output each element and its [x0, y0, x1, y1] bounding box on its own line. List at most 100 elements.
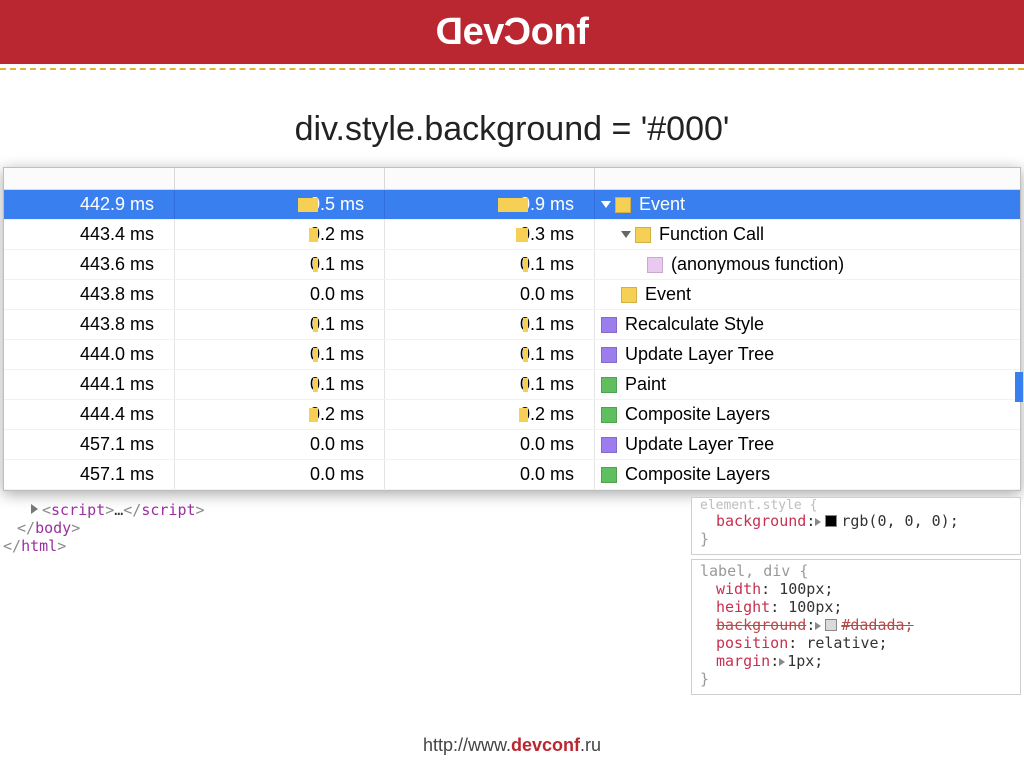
brace-close: }	[700, 530, 1012, 548]
cell-activity: Event	[594, 280, 1020, 309]
cell-self-time: 0.2 ms	[174, 400, 384, 429]
timeline-row[interactable]: 444.4 ms0.2 ms0.2 msComposite Layers	[4, 400, 1020, 430]
style-rule[interactable]: background:rgb(0, 0, 0);	[700, 512, 1012, 530]
footer-url[interactable]: http://www.devconf.ru	[0, 735, 1024, 756]
style-rule[interactable]: height: 100px;	[700, 598, 1012, 616]
styles-panel[interactable]: element.style { background:rgb(0, 0, 0);…	[691, 497, 1021, 555]
category-swatch-icon	[621, 287, 637, 303]
cell-total-time: 0.1 ms	[384, 250, 594, 279]
expand-icon[interactable]	[779, 658, 785, 666]
activity-label: Composite Layers	[625, 464, 770, 485]
self-time-bar	[309, 228, 318, 242]
timeline-row[interactable]: 442.9 ms0.5 ms0.9 msEvent	[4, 190, 1020, 220]
timeline-row[interactable]: 457.1 ms0.0 ms0.0 msComposite Layers	[4, 460, 1020, 490]
cell-activity: (anonymous function)	[594, 250, 1020, 279]
cell-start-time: 444.1 ms	[4, 370, 174, 399]
expand-icon[interactable]	[815, 622, 821, 630]
brand-logo: DevConf	[436, 11, 589, 54]
category-swatch-icon	[601, 437, 617, 453]
timeline-row[interactable]: 444.1 ms0.1 ms0.1 msPaint	[4, 370, 1020, 400]
cell-total-time: 0.0 ms	[384, 430, 594, 459]
cell-total-time: 0.1 ms	[384, 340, 594, 369]
category-swatch-icon	[601, 467, 617, 483]
total-time-bar	[519, 408, 528, 422]
cell-start-time: 444.0 ms	[4, 340, 174, 369]
header-bar: DevConf	[0, 0, 1024, 64]
style-rule-overridden[interactable]: background:#dadada;	[700, 616, 1012, 634]
category-swatch-icon	[615, 197, 631, 213]
element-style-ghost: element.style {	[700, 500, 1012, 512]
elements-dom-snippet[interactable]: <script>…</script> </body> </html>	[3, 497, 691, 695]
slide-title: div.style.background = '#000'	[0, 110, 1024, 149]
self-time-bar	[309, 408, 318, 422]
activity-label: Recalculate Style	[625, 314, 764, 335]
disclosure-triangle-icon[interactable]	[621, 231, 631, 238]
cell-self-time: 0.1 ms	[174, 340, 384, 369]
total-time-bar	[523, 348, 528, 362]
cell-activity: Paint	[594, 370, 1020, 399]
cell-self-time: 0.0 ms	[174, 460, 384, 489]
color-chip-icon[interactable]	[825, 619, 837, 631]
cell-start-time: 457.1 ms	[4, 430, 174, 459]
cell-activity: Update Layer Tree	[594, 340, 1020, 369]
cell-self-time: 0.1 ms	[174, 250, 384, 279]
activity-label: (anonymous function)	[671, 254, 844, 275]
cell-self-time: 0.1 ms	[174, 310, 384, 339]
self-time-bar	[313, 348, 318, 362]
expand-icon[interactable]	[815, 518, 821, 526]
style-rule[interactable]: position: relative;	[700, 634, 1012, 652]
self-time-bar	[313, 378, 318, 392]
cell-total-time: 0.3 ms	[384, 220, 594, 249]
expand-icon[interactable]	[31, 504, 38, 514]
activity-label: Composite Layers	[625, 404, 770, 425]
timeline-row[interactable]: 443.6 ms0.1 ms0.1 ms(anonymous function)	[4, 250, 1020, 280]
style-rule[interactable]: margin:1px;	[700, 652, 1012, 670]
styles-panel-rule2[interactable]: label, div { width: 100px; height: 100px…	[691, 559, 1021, 695]
total-time-bar	[516, 228, 528, 242]
category-swatch-icon	[601, 377, 617, 393]
category-swatch-icon	[635, 227, 651, 243]
cell-start-time: 443.6 ms	[4, 250, 174, 279]
self-time-bar	[313, 318, 318, 332]
timeline-row[interactable]: 443.8 ms0.0 ms0.0 msEvent	[4, 280, 1020, 310]
cell-activity: Composite Layers	[594, 460, 1020, 489]
category-swatch-icon	[601, 347, 617, 363]
disclosure-triangle-icon[interactable]	[601, 201, 611, 208]
activity-label: Update Layer Tree	[625, 434, 774, 455]
selection-indicator	[1015, 372, 1023, 402]
cell-self-time: 0.0 ms	[174, 280, 384, 309]
cell-start-time: 443.8 ms	[4, 280, 174, 309]
total-time-bar	[523, 258, 528, 272]
color-chip-icon[interactable]	[825, 515, 837, 527]
activity-label: Paint	[625, 374, 666, 395]
cell-activity: Recalculate Style	[594, 310, 1020, 339]
cell-total-time: 0.0 ms	[384, 460, 594, 489]
cell-activity: Function Call	[594, 220, 1020, 249]
cell-start-time: 457.1 ms	[4, 460, 174, 489]
cell-start-time: 443.8 ms	[4, 310, 174, 339]
cell-self-time: 0.2 ms	[174, 220, 384, 249]
cell-activity: Composite Layers	[594, 400, 1020, 429]
category-swatch-icon	[601, 317, 617, 333]
cell-total-time: 0.2 ms	[384, 400, 594, 429]
activity-label: Function Call	[659, 224, 764, 245]
cell-total-time: 0.1 ms	[384, 370, 594, 399]
devtools-lower: <script>…</script> </body> </html> eleme…	[3, 497, 1021, 695]
style-rule[interactable]: width: 100px;	[700, 580, 1012, 598]
timeline-row[interactable]: 443.8 ms0.1 ms0.1 msRecalculate Style	[4, 310, 1020, 340]
self-time-bar	[313, 258, 318, 272]
cell-activity: Update Layer Tree	[594, 430, 1020, 459]
category-swatch-icon	[647, 257, 663, 273]
cell-activity: Event	[594, 190, 1020, 219]
timeline-row[interactable]: 444.0 ms0.1 ms0.1 msUpdate Layer Tree	[4, 340, 1020, 370]
performance-panel: 442.9 ms0.5 ms0.9 msEvent443.4 ms0.2 ms0…	[3, 167, 1021, 491]
activity-label: Update Layer Tree	[625, 344, 774, 365]
cell-total-time: 0.0 ms	[384, 280, 594, 309]
timeline-ruler[interactable]	[4, 168, 1020, 190]
brace-close: }	[700, 670, 1012, 688]
timeline-row[interactable]: 457.1 ms0.0 ms0.0 msUpdate Layer Tree	[4, 430, 1020, 460]
total-time-bar	[523, 318, 528, 332]
total-time-bar	[523, 378, 528, 392]
cell-total-time: 0.9 ms	[384, 190, 594, 219]
timeline-row[interactable]: 443.4 ms0.2 ms0.3 msFunction Call	[4, 220, 1020, 250]
